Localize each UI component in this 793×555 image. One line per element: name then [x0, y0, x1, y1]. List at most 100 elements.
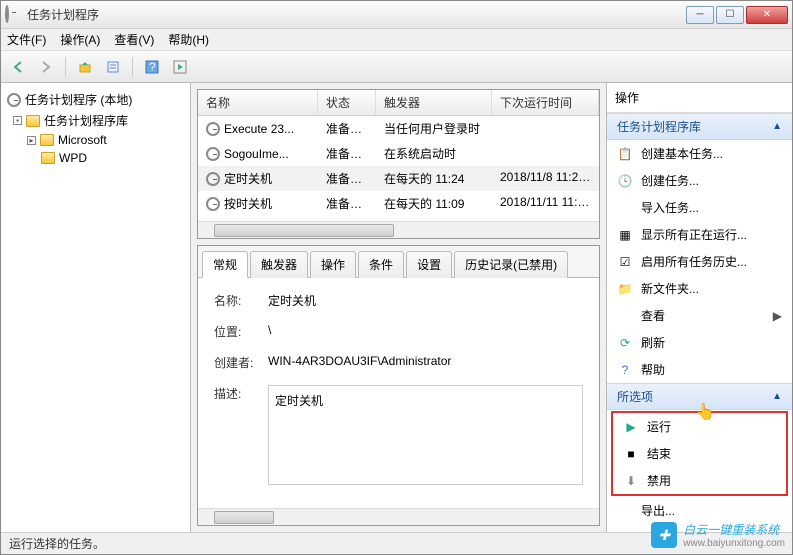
action-new-folder[interactable]: 📁新文件夹... [607, 275, 792, 302]
action-show-running[interactable]: ▦显示所有正在运行... [607, 221, 792, 248]
label-location: 位置: [214, 323, 254, 340]
value-creator: WIN-4AR3DOAU3IF\Administrator [268, 354, 583, 368]
action-help[interactable]: ?帮助 [607, 356, 792, 383]
value-name: 定时关机 [268, 292, 583, 309]
label-desc: 描述: [214, 385, 254, 402]
app-icon [5, 7, 21, 23]
menu-file[interactable]: 文件(F) [7, 31, 46, 48]
folder-icon [41, 152, 55, 164]
tree-library[interactable]: ▪ 任务计划程序库 [11, 110, 186, 131]
task-detail: 常规 触发器 操作 条件 设置 历史记录(已禁用) 名称:定时关机 位置:\ 创… [197, 245, 600, 526]
collapse-icon[interactable]: ▪ [13, 116, 22, 125]
task-row[interactable]: SogouIme... 准备就绪 在系统启动时 [198, 141, 599, 166]
action-run[interactable]: ▶运行 [613, 413, 786, 440]
scrollbar-thumb[interactable] [214, 511, 274, 524]
center-panel: 名称 状态 触发器 下次运行时间 Execute 23... 准备就绪 当任何用… [191, 83, 607, 532]
task-scheduler-window: 任务计划程序 ─ ☐ ✕ 文件(F) 操作(A) 查看(V) 帮助(H) ? 任… [0, 0, 793, 555]
task-list: 名称 状态 触发器 下次运行时间 Execute 23... 准备就绪 当任何用… [197, 89, 600, 239]
action-create-basic-task[interactable]: 📋创建基本任务... [607, 140, 792, 167]
detail-scrollbar[interactable] [198, 508, 599, 525]
menu-action[interactable]: 操作(A) [60, 31, 100, 48]
menu-help[interactable]: 帮助(H) [168, 31, 209, 48]
refresh-icon: ⟳ [617, 335, 633, 351]
tree-child-label: Microsoft [58, 133, 107, 147]
up-level-button[interactable] [74, 56, 96, 78]
col-trigger[interactable]: 触发器 [376, 90, 492, 115]
tab-conditions[interactable]: 条件 [358, 251, 404, 278]
col-status[interactable]: 状态 [318, 90, 376, 115]
close-button[interactable]: ✕ [746, 6, 788, 24]
menubar: 文件(F) 操作(A) 查看(V) 帮助(H) [1, 29, 792, 51]
col-next[interactable]: 下次运行时间 [492, 90, 599, 115]
action-view[interactable]: 查看▶ [607, 302, 792, 329]
clock-icon [7, 93, 21, 107]
statusbar: 运行选择的任务。 [1, 532, 792, 554]
wizard-icon: 📋 [617, 146, 633, 162]
tab-settings[interactable]: 设置 [406, 251, 452, 278]
value-desc[interactable]: 定时关机 [268, 385, 583, 485]
actions-panel: 操作 任务计划程序库▲ 📋创建基本任务... 🕓创建任务... 导入任务... … [607, 83, 792, 532]
collapse-arrow-icon: ▲ [772, 121, 782, 132]
task-icon [206, 172, 220, 186]
task-icon [206, 122, 220, 136]
tree-root[interactable]: 任务计划程序 (本地) [5, 89, 186, 110]
scrollbar-thumb[interactable] [214, 224, 394, 237]
help-button[interactable]: ? [141, 56, 163, 78]
action-disable[interactable]: ⬇禁用 [613, 467, 786, 494]
run-button[interactable] [169, 56, 191, 78]
status-text: 运行选择的任务。 [9, 535, 105, 552]
tree-child-label: WPD [59, 151, 87, 165]
tree-child-microsoft[interactable]: ▸ Microsoft [39, 131, 186, 149]
task-row-selected[interactable]: 定时关机 准备就绪 在每天的 11:24 2018/11/8 11:24:05 [198, 166, 599, 191]
task-icon [206, 197, 220, 211]
maximize-button[interactable]: ☐ [716, 6, 744, 24]
detail-body: 名称:定时关机 位置:\ 创建者:WIN-4AR3DOAU3IF\Adminis… [198, 278, 599, 508]
folder-icon [40, 134, 54, 146]
task-list-body: Execute 23... 准备就绪 当任何用户登录时 SogouIme... … [198, 116, 599, 221]
actions-section-selected[interactable]: 所选项▲ [607, 383, 792, 410]
nav-back-button[interactable] [7, 56, 29, 78]
action-create-task[interactable]: 🕓创建任务... [607, 167, 792, 194]
action-export[interactable]: 导出... [607, 497, 792, 524]
tree-child-wpd[interactable]: WPD [39, 149, 186, 167]
tree-library-label: 任务计划程序库 [44, 112, 128, 129]
tab-history[interactable]: 历史记录(已禁用) [454, 251, 568, 278]
action-properties[interactable]: ☰属性 [607, 524, 792, 532]
titlebar: 任务计划程序 ─ ☐ ✕ [1, 1, 792, 29]
help-icon: ? [617, 362, 633, 378]
play-icon: ▶ [623, 419, 639, 435]
label-name: 名称: [214, 292, 254, 309]
action-end[interactable]: ■结束 [613, 440, 786, 467]
value-location: \ [268, 323, 583, 337]
tab-general[interactable]: 常规 [202, 251, 248, 278]
tree-root-label: 任务计划程序 (本地) [25, 91, 132, 108]
horizontal-scrollbar[interactable] [198, 221, 599, 238]
collapse-arrow-icon: ▲ [772, 391, 782, 402]
menu-view[interactable]: 查看(V) [114, 31, 154, 48]
actions-section-library[interactable]: 任务计划程序库▲ [607, 113, 792, 140]
action-enable-history[interactable]: ☑启用所有任务历史... [607, 248, 792, 275]
actions-title: 操作 [607, 83, 792, 113]
task-icon [206, 147, 220, 161]
highlight-box: ▶运行 ■结束 ⬇禁用 [611, 411, 788, 496]
tab-triggers[interactable]: 触发器 [250, 251, 308, 278]
properties-button[interactable] [102, 56, 124, 78]
folder-icon: 📁 [617, 281, 633, 297]
action-import-task[interactable]: 导入任务... [607, 194, 792, 221]
detail-tabs: 常规 触发器 操作 条件 设置 历史记录(已禁用) [198, 246, 599, 278]
nav-forward-button[interactable] [35, 56, 57, 78]
svg-text:?: ? [149, 60, 156, 74]
col-name[interactable]: 名称 [198, 90, 318, 115]
folder-icon [26, 115, 40, 127]
window-title: 任务计划程序 [27, 6, 686, 23]
stop-icon: ■ [623, 446, 639, 462]
task-row[interactable]: Execute 23... 准备就绪 当任何用户登录时 [198, 116, 599, 141]
import-icon [617, 200, 633, 216]
disable-icon: ⬇ [623, 473, 639, 489]
tree-panel: 任务计划程序 (本地) ▪ 任务计划程序库 ▸ Microsoft WPD [1, 83, 191, 532]
minimize-button[interactable]: ─ [686, 6, 714, 24]
expand-icon[interactable]: ▸ [27, 136, 36, 145]
tab-actions[interactable]: 操作 [310, 251, 356, 278]
task-row[interactable]: 按时关机 准备就绪 在每天的 11:09 2018/11/11 11:09:03 [198, 191, 599, 216]
action-refresh[interactable]: ⟳刷新 [607, 329, 792, 356]
